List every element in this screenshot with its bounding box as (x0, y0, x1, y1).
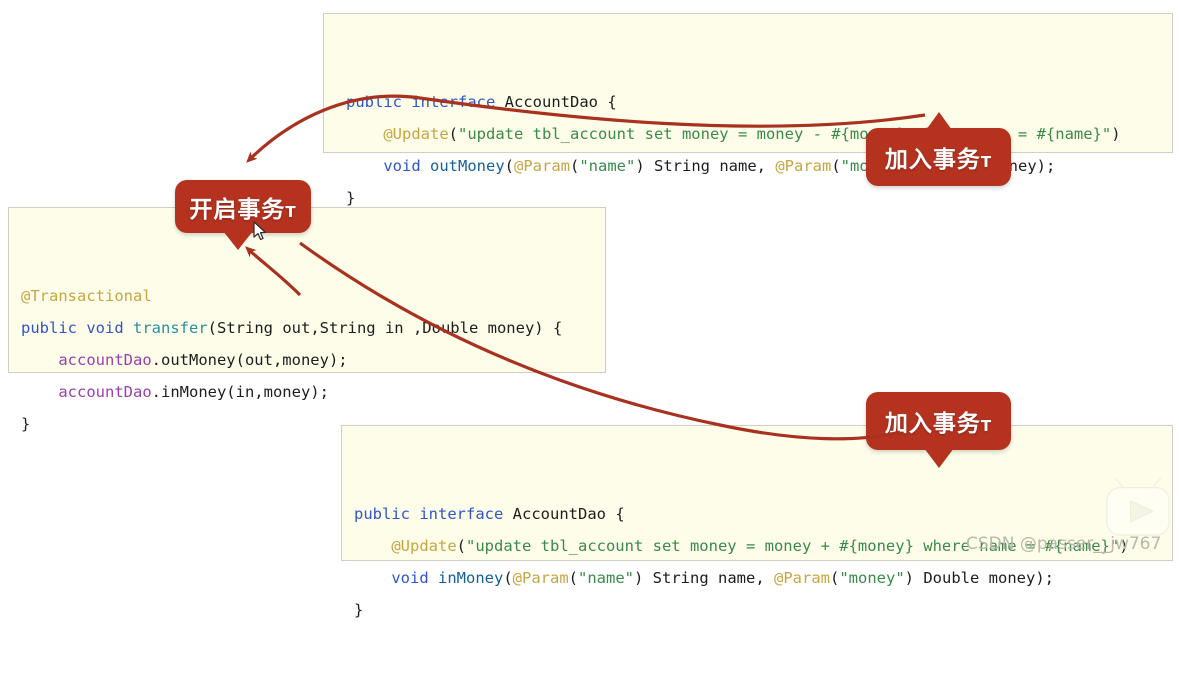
code-token: accountDao (58, 383, 152, 401)
code-token: } (346, 189, 356, 207)
code-token: public (21, 319, 77, 337)
code-token: public (346, 93, 402, 111)
code-line: public void transfer(String out,String i… (9, 312, 605, 344)
code-token: ( (830, 569, 840, 587)
badge-suffix: T (285, 202, 297, 221)
code-token: .outMoney(out,money); (151, 351, 348, 369)
code-block-account-dao-out: public interface AccountDao { @Update("u… (323, 13, 1173, 207)
code-token: ( (448, 125, 458, 143)
code-token: .inMoney(in,money); (151, 383, 329, 401)
code-token: @Update (383, 125, 449, 143)
code-line: public interface AccountDao { (342, 498, 1172, 530)
code-token: ( (831, 157, 841, 175)
badge-label: 开启事务T (189, 196, 297, 223)
badge-open-transaction[interactable]: 开启事务T (175, 180, 311, 250)
code-token: ( (568, 569, 579, 587)
code-token: @Param (512, 569, 569, 587)
code-token: ( (503, 569, 513, 587)
code-token: @Param (774, 569, 830, 587)
code-token: ) Double money); (904, 569, 1054, 587)
code-token: interface (411, 93, 496, 111)
code-line: void inMoney(@Param("name") String name,… (342, 562, 1172, 594)
code-token: } (354, 601, 364, 619)
watermark-text: CSDN @passer__jw767 (966, 534, 1162, 554)
code-token: interface (419, 505, 504, 523)
code-token: void (383, 157, 421, 175)
code-line: @Update("update tbl_account set money = … (324, 118, 1172, 150)
code-token: ( (456, 537, 466, 555)
badge-suffix: T (980, 153, 993, 171)
badge-label: 加入事务T (884, 147, 993, 173)
play-button-logo (1106, 477, 1170, 536)
code-token: "money" (839, 569, 905, 587)
code-token: @Update (391, 537, 457, 555)
code-line: void outMoney(@Param("name") String name… (324, 150, 1172, 182)
code-token: void (391, 569, 429, 587)
code-token: "name" (579, 157, 636, 175)
code-token: outMoney (430, 157, 505, 175)
diagram-canvas: public interface AccountDao { @Update("u… (0, 0, 1179, 619)
code-token: ( (570, 157, 580, 175)
code-line: accountDao.inMoney(in,money); (9, 376, 605, 408)
code-line: } (342, 594, 1172, 626)
badge-suffix: T (980, 417, 993, 435)
code-token: void (86, 319, 124, 337)
code-line: accountDao.outMoney(out,money); (9, 344, 605, 376)
code-token: AccountDao { (503, 505, 625, 523)
code-token: (String out,String in ,Double money) { (207, 319, 563, 337)
badge-join-transaction-top[interactable]: 加入事务T (866, 112, 1011, 186)
code-token: @Transactional (21, 287, 152, 305)
code-token: transfer (133, 319, 208, 337)
code-line: public interface AccountDao { (324, 86, 1172, 118)
badge-join-transaction-bottom[interactable]: 加入事务T (866, 392, 1011, 468)
code-token: } (21, 415, 31, 433)
code-token: inMoney (438, 569, 504, 587)
mouse-pointer-icon (253, 221, 266, 241)
code-token: accountDao (58, 351, 152, 369)
code-token: ) String name, (634, 569, 774, 587)
code-token: AccountDao { (495, 93, 617, 111)
code-token: @Param (514, 157, 570, 175)
code-block-transfer-service: @Transactional public void transfer(Strin… (8, 207, 606, 433)
code-token: "update tbl_account set money = money - … (458, 125, 1112, 143)
badge-label: 加入事务T (884, 411, 993, 437)
code-token: ( (504, 157, 514, 175)
code-token: @Param (775, 157, 832, 175)
code-token: ) String name, (635, 157, 776, 175)
code-token: "name" (578, 569, 635, 587)
code-line: @Transactional (9, 280, 605, 312)
code-token: public (354, 505, 410, 523)
code-token: ) (1111, 125, 1121, 143)
